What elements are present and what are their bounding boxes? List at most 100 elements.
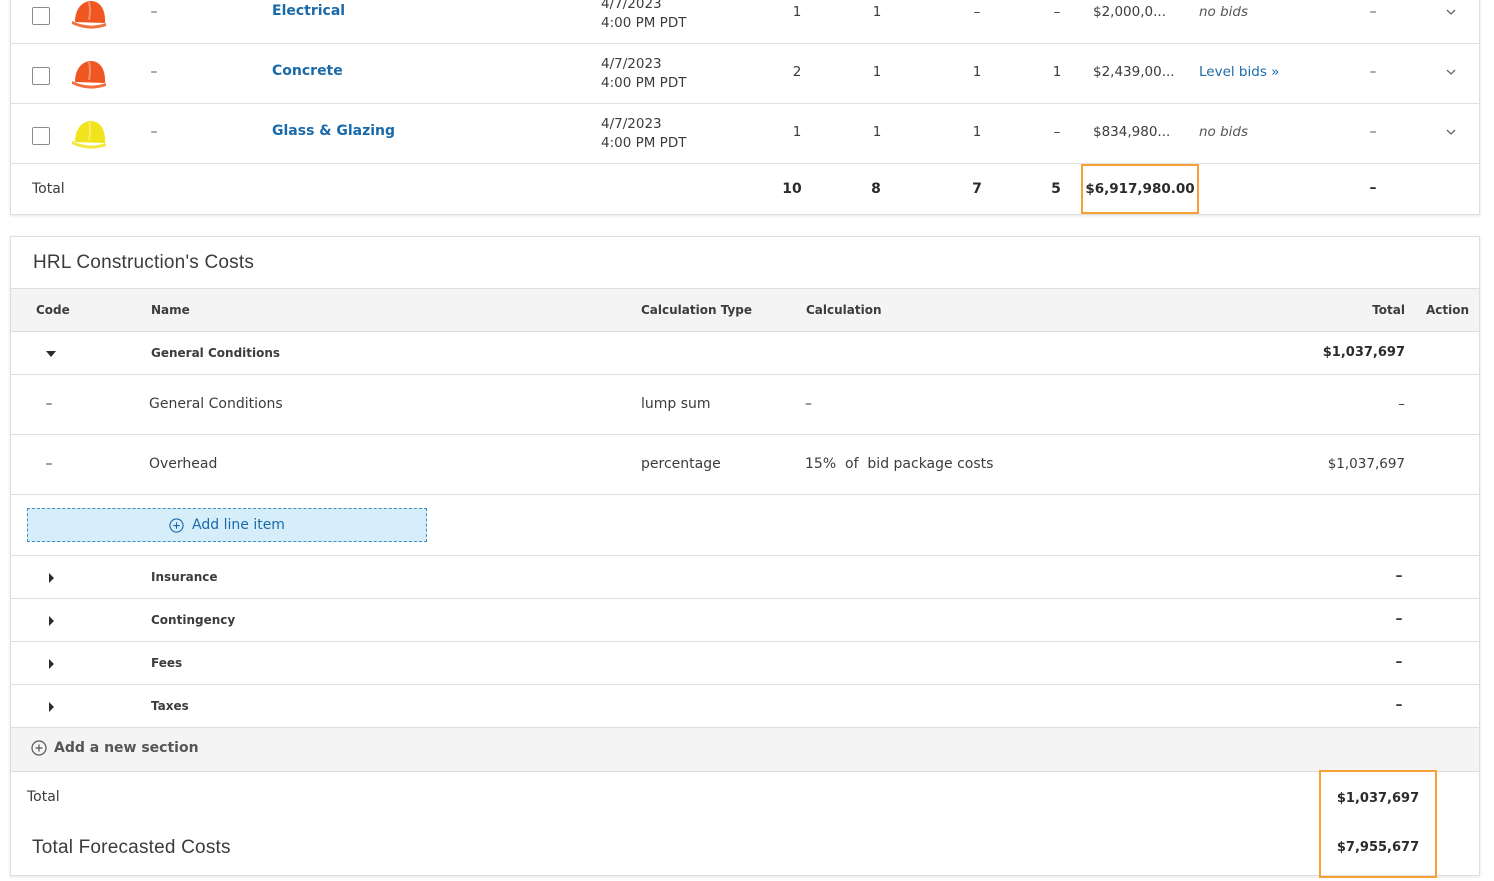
- total-label: Total: [32, 181, 65, 197]
- package-code: –: [150, 4, 158, 20]
- forecast-label: Total Forecasted Costs: [32, 837, 231, 858]
- total-count-1: 10: [782, 181, 802, 197]
- costs-total-label: Total: [27, 789, 60, 805]
- count-3: –: [973, 4, 981, 20]
- row-checkbox[interactable]: [32, 7, 50, 25]
- header-total: Total: [1372, 303, 1405, 317]
- bid-packages-card: – Electrical 4/7/2023 4:00 PM PDT 1 1 – – $2,000…: [10, 0, 1480, 215]
- bid-packages-total-row: Total 10 8 7 5 $6,917,980.00 –: [11, 164, 1479, 214]
- due-date-day: 4/7/2023: [601, 56, 662, 72]
- trade-link[interactable]: Concrete: [272, 63, 343, 79]
- count-3: 1: [972, 64, 982, 80]
- line-item-code: –: [45, 456, 53, 472]
- section-contingency[interactable]: Contingency –: [11, 599, 1479, 642]
- line-item-calc-type: lump sum: [641, 396, 711, 412]
- plus-circle-icon: [31, 740, 47, 756]
- caret-down-icon[interactable]: [45, 348, 57, 360]
- add-line-item-row: Add line item: [11, 495, 1479, 556]
- count-1: 2: [792, 64, 802, 80]
- section-total: $1,037,697: [1322, 345, 1405, 360]
- total-count-3: 7: [972, 181, 982, 197]
- plus-circle-icon: [169, 517, 184, 533]
- count-4: –: [1053, 4, 1061, 20]
- section-name: General Conditions: [151, 346, 281, 360]
- row-checkbox[interactable]: [32, 67, 50, 85]
- line-item-name: General Conditions: [149, 396, 283, 412]
- line-item-code: –: [45, 396, 53, 412]
- section-total: –: [1395, 568, 1403, 584]
- section-name: Insurance: [151, 570, 218, 584]
- due-date: 4/7/2023 4:00 PM PDT: [601, 55, 686, 93]
- bid-status[interactable]: Level bids »: [1199, 64, 1279, 80]
- caret-right-icon[interactable]: [45, 572, 57, 584]
- add-section-row: Add a new section: [11, 728, 1479, 772]
- trade-link[interactable]: Glass & Glazing: [272, 123, 395, 139]
- section-name: Fees: [151, 656, 183, 670]
- bid-package-row[interactable]: – Concrete 4/7/2023 4:00 PM PDT 2 1 1 1 $2,439,0…: [11, 44, 1479, 104]
- forecast-value: $7,955,677: [1336, 840, 1420, 855]
- line-item-calculation: 15% of bid package costs: [805, 456, 994, 472]
- section-total: –: [1395, 697, 1403, 713]
- header-name: Name: [151, 303, 190, 317]
- header-action: Action: [1425, 303, 1469, 317]
- section-name: Taxes: [151, 699, 189, 713]
- section-name: Contingency: [151, 613, 236, 627]
- line-item-name: Overhead: [149, 456, 218, 472]
- section-insurance[interactable]: Insurance –: [11, 556, 1479, 599]
- count-2: 1: [872, 4, 882, 20]
- bid-status: no bids: [1199, 124, 1249, 140]
- hard-hat-icon: [72, 61, 106, 89]
- line-item-row: – Overhead percentage 15% of bid package…: [11, 435, 1479, 495]
- due-date-time: 4:00 PM PDT: [601, 75, 687, 91]
- due-date-day: 4/7/2023: [601, 0, 662, 12]
- budget-amount: $834,980...: [1093, 124, 1171, 140]
- line-item-total: $1,037,697: [1327, 456, 1405, 472]
- costs-title: HRL Construction's Costs: [33, 252, 255, 273]
- budget-amount: $2,439,00...: [1093, 64, 1175, 80]
- extra-value: –: [1369, 64, 1377, 80]
- section-total: –: [1395, 654, 1403, 670]
- extra-value: –: [1369, 124, 1377, 140]
- section-fees[interactable]: Fees –: [11, 642, 1479, 685]
- add-line-item-button[interactable]: Add line item: [27, 508, 427, 542]
- chevron-down-icon[interactable]: [1441, 62, 1461, 82]
- costs-table-header: Code Name Calculation Type Calculation T…: [11, 288, 1479, 332]
- trade-link[interactable]: Electrical: [272, 3, 345, 19]
- count-4: 1: [1052, 64, 1062, 80]
- line-item-total: –: [1398, 396, 1405, 412]
- count-3: 1: [972, 124, 982, 140]
- package-code: –: [150, 64, 158, 80]
- due-date-time: 4:00 PM PDT: [601, 135, 687, 151]
- section-general-conditions[interactable]: General Conditions $1,037,697: [11, 332, 1479, 375]
- extra-value: –: [1369, 4, 1377, 20]
- caret-right-icon[interactable]: [45, 615, 57, 627]
- hard-hat-icon: [72, 1, 106, 29]
- bid-package-row[interactable]: – Glass & Glazing 4/7/2023 4:00 PM PDT 1 1 1 – $…: [11, 104, 1479, 164]
- header-calc-type: Calculation Type: [641, 303, 753, 317]
- count-2: 1: [872, 64, 882, 80]
- count-1: 1: [792, 124, 802, 140]
- bid-package-row[interactable]: – Electrical 4/7/2023 4:00 PM PDT 1 1 – – $2,000…: [11, 0, 1479, 44]
- caret-right-icon[interactable]: [45, 658, 57, 670]
- section-total: –: [1395, 611, 1403, 627]
- count-1: 1: [792, 4, 802, 20]
- due-date-day: 4/7/2023: [601, 116, 662, 132]
- add-section-label: Add a new section: [54, 740, 199, 756]
- add-section-button[interactable]: Add a new section: [31, 740, 199, 756]
- add-line-item-label: Add line item: [192, 517, 285, 533]
- row-checkbox[interactable]: [32, 127, 50, 145]
- chevron-down-icon[interactable]: [1441, 2, 1461, 22]
- section-taxes[interactable]: Taxes –: [11, 685, 1479, 728]
- totals-highlight: $1,037,697 $7,955,677: [1319, 770, 1437, 878]
- hard-hat-icon: [72, 121, 106, 149]
- costs-card: HRL Construction's Costs Code Name Calcu…: [10, 236, 1480, 878]
- total-count-2: 8: [871, 181, 881, 197]
- due-date-time: 4:00 PM PDT: [601, 15, 687, 31]
- costs-total-value: $1,037,697: [1336, 791, 1420, 806]
- chevron-down-icon[interactable]: [1441, 122, 1461, 142]
- header-calculation: Calculation: [806, 303, 882, 317]
- caret-right-icon[interactable]: [45, 701, 57, 713]
- line-item-calc-type: percentage: [641, 456, 721, 472]
- package-code: –: [150, 124, 158, 140]
- total-extra: –: [1369, 180, 1377, 196]
